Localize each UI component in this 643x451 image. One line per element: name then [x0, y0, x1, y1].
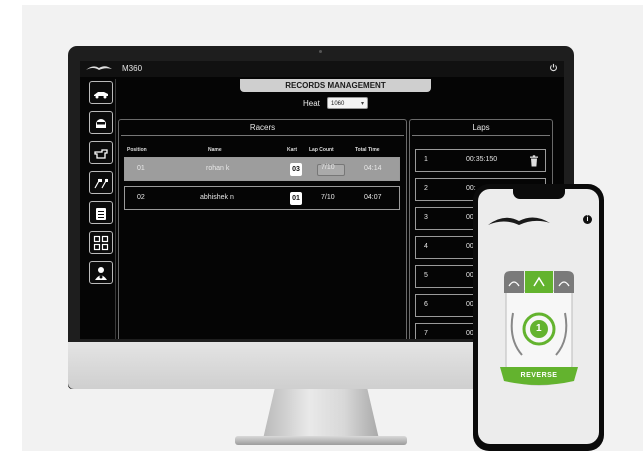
divider	[412, 135, 550, 136]
clipboard-icon	[96, 207, 106, 220]
phone-screen: i 1 REVERSE	[478, 189, 599, 444]
column-header-name: Name	[208, 147, 222, 153]
racer-total-time: 04:07	[364, 194, 382, 201]
lap-number: 4	[424, 243, 428, 250]
trash-icon[interactable]	[529, 155, 539, 167]
racer-row[interactable]: 01 rohan k 03 7/10 04:14	[124, 157, 400, 181]
column-header-total-time: Total Time	[355, 147, 380, 153]
sidebar-item-dashboard[interactable]	[89, 231, 113, 254]
sidebar	[80, 79, 114, 339]
grid-icon	[93, 235, 109, 250]
brand-logo-icon	[488, 217, 550, 225]
page-title: RECORDS MANAGEMENT	[240, 79, 431, 92]
laps-title: Laps	[472, 123, 490, 132]
lap-number: 1	[424, 156, 428, 163]
sidebar-item-pointer[interactable]	[89, 141, 113, 164]
app-title: M360	[122, 64, 143, 73]
lap-time: 00:35:150	[466, 156, 498, 163]
lap-row[interactable]: 1 00:35:150	[415, 149, 546, 172]
helmet-icon	[96, 118, 106, 128]
racer-total-time: 04:14	[364, 165, 382, 172]
kart-badge: 03	[290, 163, 302, 176]
column-header-lap-count: Lap Count	[309, 147, 334, 153]
racer-name: abhishek n	[200, 194, 234, 201]
kart-badge: 01	[290, 192, 302, 205]
device-number: 1	[536, 323, 542, 334]
sidebar-item-records[interactable]	[89, 201, 113, 224]
reverse-label: REVERSE	[520, 372, 558, 379]
sidebar-divider	[115, 79, 116, 339]
column-header-kart: Kart	[287, 147, 298, 153]
racer-row[interactable]: 02 abhishek n 01 7/10 04:07	[124, 186, 400, 210]
power-icon[interactable]	[548, 63, 559, 74]
racer-position: 01	[137, 165, 145, 172]
hand-pointer-icon	[94, 148, 108, 159]
race-flags-icon	[94, 178, 108, 188]
monitor-base	[235, 436, 407, 445]
lap-number: 6	[424, 301, 428, 308]
racer-position: 02	[137, 194, 145, 201]
camera	[319, 50, 322, 53]
divider	[121, 135, 404, 136]
lap-number: 2	[424, 185, 428, 192]
racer-lap-count: 7/10	[321, 164, 335, 171]
driver-settings-icon	[95, 266, 107, 280]
racers-title: Racers	[249, 123, 276, 132]
sidebar-item-kart[interactable]	[89, 81, 113, 104]
racers-panel: Racers Position Name Kart Lap Count Tota…	[118, 119, 407, 339]
column-header-position: Position	[127, 147, 147, 153]
racer-lap-count: 7/10	[321, 194, 335, 201]
heat-label: Heat	[303, 99, 320, 108]
lap-number: 3	[424, 214, 428, 221]
app-logo-icon	[86, 66, 112, 70]
monitor-stand	[263, 389, 379, 439]
sidebar-item-drivers[interactable]	[89, 261, 113, 284]
racer-name: rohan k	[206, 165, 230, 172]
heat-select[interactable]: 1060 ▾	[327, 97, 368, 109]
phone-notch	[513, 189, 565, 199]
title-bar: M360	[80, 61, 564, 77]
phone: i 1 REVERSE	[473, 184, 604, 451]
sidebar-item-race[interactable]	[89, 171, 113, 194]
chevron-down-icon: ▾	[360, 101, 364, 107]
info-icon[interactable]: i	[583, 215, 592, 224]
lap-number: 5	[424, 272, 428, 279]
kart-icon	[94, 91, 108, 98]
lap-number: 7	[424, 330, 428, 337]
sidebar-item-helmet[interactable]	[89, 111, 113, 134]
heat-select-value: 1060	[331, 101, 345, 107]
